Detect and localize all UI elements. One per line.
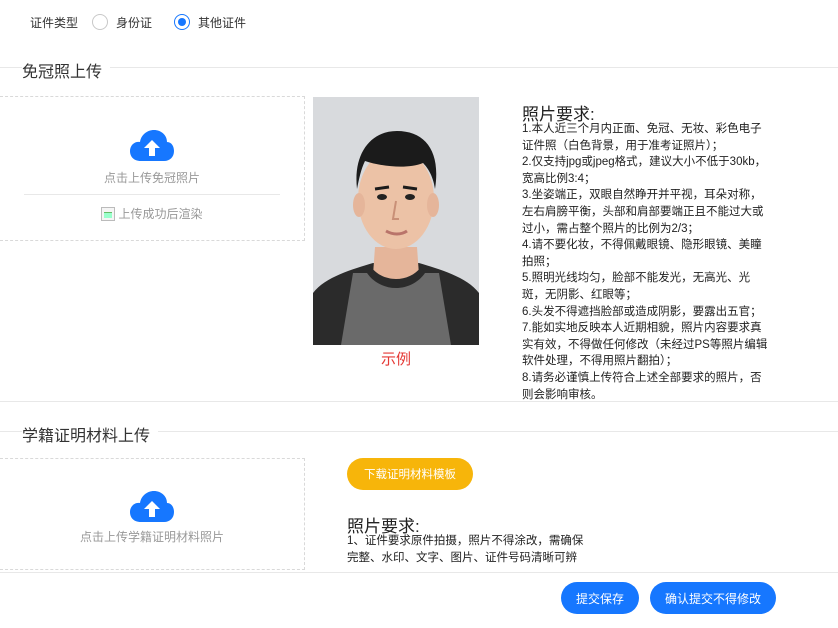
id-type-row: 证件类型 身份证 其他证件 — [30, 12, 268, 32]
radio-checked-icon[interactable] — [174, 14, 191, 30]
broken-image-icon — [101, 206, 116, 221]
requirement-line: 1、证件要求原件拍摄，照片不得涂改，需确保 — [347, 535, 584, 547]
download-template-button[interactable]: 下载证明材料模板 — [347, 458, 473, 490]
material-upload-area[interactable]: 点击上传学籍证明材料照片 — [0, 458, 305, 570]
requirement-line: 证件照（白色背景，用于准考证照片）； — [522, 139, 724, 152]
material-requirements-list: 1、证件要求原件拍摄，照片不得涂改，需确保 完整、水印、文字、图片、证件号码清晰… — [347, 533, 583, 566]
sample-portrait-image — [313, 97, 479, 345]
requirement-line: 8.请务必谨慎上传符合上述全部要求的照片，否 — [522, 371, 762, 384]
photo-upload-area[interactable]: 点击上传免冠照片 上传成功后渲染 — [0, 96, 305, 241]
requirement-line: 5.照明光线均匀，脸部不能发光，无高光、光 — [522, 272, 751, 285]
save-button[interactable]: 提交保存 — [561, 582, 639, 614]
radio-label[interactable]: 身份证 — [116, 14, 152, 31]
requirement-line: 斑，无阴影、红眼等； — [522, 288, 637, 301]
section-divider — [0, 67, 838, 68]
radio-circle-icon[interactable] — [92, 14, 109, 30]
requirement-line: 6.头发不得遮挡脸部或造成阴影，要露出五官； — [522, 305, 762, 318]
requirement-line: 实有效，不得做任何修改（未经过PS等照片编辑 — [522, 338, 768, 351]
requirement-line: 3.坐姿端正，双眼自然睁开并平视，耳朵对称， — [522, 189, 762, 202]
requirement-line: 软件处理，不得用照片翻拍）； — [522, 355, 678, 368]
upload-hint: 点击上传免冠照片 — [103, 171, 200, 185]
requirement-line: 2.仅支持jpg或jpeg格式，建议大小不低于30kb， — [522, 156, 767, 169]
requirement-line: 过小，需占整个照片的比例为2/3； — [522, 222, 699, 235]
requirement-line: 拍照； — [522, 255, 557, 268]
preview-alt-text: 上传成功后渲染 — [118, 207, 203, 221]
requirement-line: 左右肩膀平衡，头部和肩部要端正且不能过大或 — [522, 205, 764, 218]
cloud-upload-icon — [130, 491, 174, 522]
requirement-line: 宽高比例3:4； — [522, 172, 596, 185]
sample-photo — [313, 97, 479, 345]
requirement-line: 7.能如实地反映本人近期相貌，照片内容要求真 — [522, 322, 762, 335]
upload-hint: 点击上传学籍证明材料照片 — [79, 530, 224, 544]
sample-label: 示例 — [380, 351, 411, 368]
radio-id-card[interactable]: 身份证 — [92, 14, 152, 31]
footer-divider — [0, 572, 838, 573]
upload-divider — [24, 194, 280, 195]
photo-section-title: 免冠照上传 — [22, 58, 111, 82]
id-type-label: 证件类型 — [30, 15, 79, 30]
material-section-title: 学籍证明材料上传 — [22, 422, 159, 446]
radio-other-document[interactable]: 其他证件 — [174, 14, 246, 31]
radio-label[interactable]: 其他证件 — [198, 14, 246, 31]
photo-requirements-list: 1.本人近三个月内正面、免冠、无妆、彩色电子 证件照（白色背景，用于准考证照片）… — [522, 121, 767, 403]
cloud-upload-icon — [130, 130, 174, 161]
requirement-line: 1.本人近三个月内正面、免冠、无妆、彩色电子 — [522, 123, 762, 135]
section-divider — [0, 401, 838, 402]
uploaded-preview: 上传成功后渲染 — [0, 205, 304, 222]
requirement-line: 完整、水印、文字、图片、证件号码清晰可辨 — [347, 551, 577, 564]
confirm-submit-button[interactable]: 确认提交不得修改 — [650, 582, 776, 614]
requirement-line: 4.请不要化妆，不得佩戴眼镜、隐形眼镜、美瞳 — [522, 239, 762, 252]
